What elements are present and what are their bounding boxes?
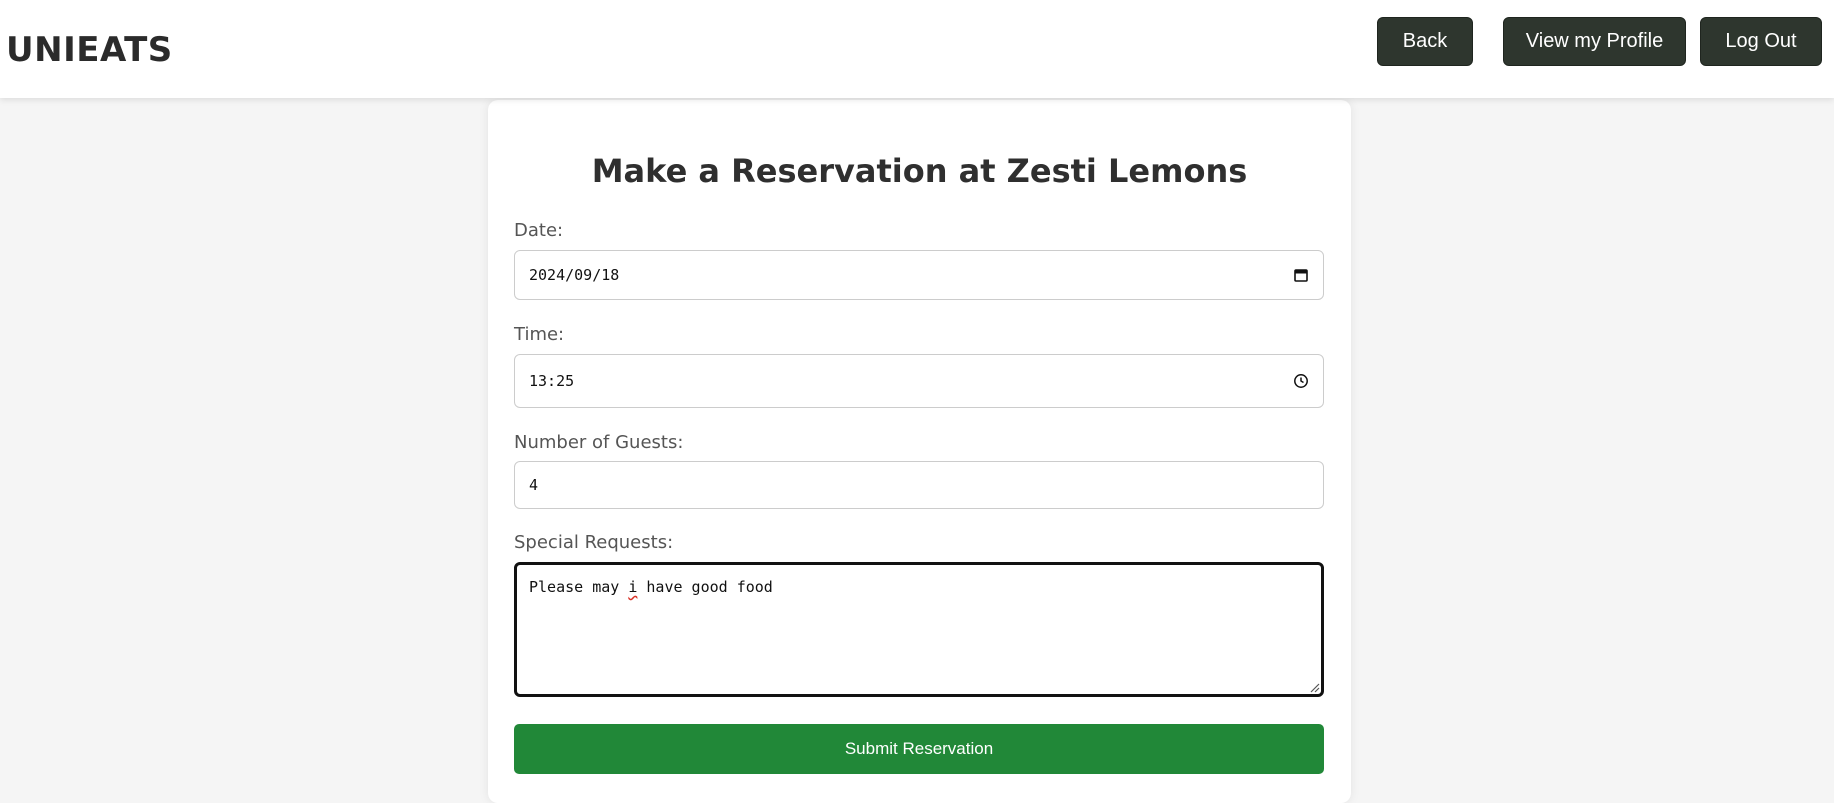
date-field[interactable]: 2024/09/18 — [514, 250, 1324, 300]
clock-icon[interactable] — [1293, 373, 1309, 389]
brand-logo: UNIEATS — [6, 30, 173, 70]
view-profile-button[interactable]: View my Profile — [1503, 17, 1686, 66]
time-field[interactable]: 13:25 — [514, 354, 1324, 408]
special-requests-label: Special Requests: — [514, 532, 674, 553]
requests-text-start: Please may — [529, 578, 629, 596]
date-value: 2024/09/18 — [529, 266, 620, 284]
special-requests-textarea[interactable]: Please may i have good food — [514, 562, 1324, 697]
requests-text-end: have good food — [637, 578, 773, 596]
time-label: Time: — [514, 324, 565, 345]
time-value: 13:25 — [529, 372, 575, 390]
log-out-button[interactable]: Log Out — [1700, 17, 1822, 66]
guests-value: 4 — [529, 476, 539, 494]
guests-input[interactable]: 4 — [514, 461, 1324, 509]
top-navbar: UNIEATS Back View my Profile Log Out — [0, 0, 1834, 98]
guests-label: Number of Guests: — [514, 432, 684, 453]
submit-reservation-button[interactable]: Submit Reservation — [514, 724, 1324, 774]
date-label: Date: — [514, 220, 564, 241]
back-button[interactable]: Back — [1377, 17, 1473, 66]
reservation-card: Make a Reservation at Zesti Lemons Date:… — [488, 100, 1351, 803]
calendar-icon[interactable] — [1293, 267, 1309, 283]
resize-handle-icon[interactable] — [1308, 681, 1320, 693]
page-title: Make a Reservation at Zesti Lemons — [591, 152, 1248, 190]
